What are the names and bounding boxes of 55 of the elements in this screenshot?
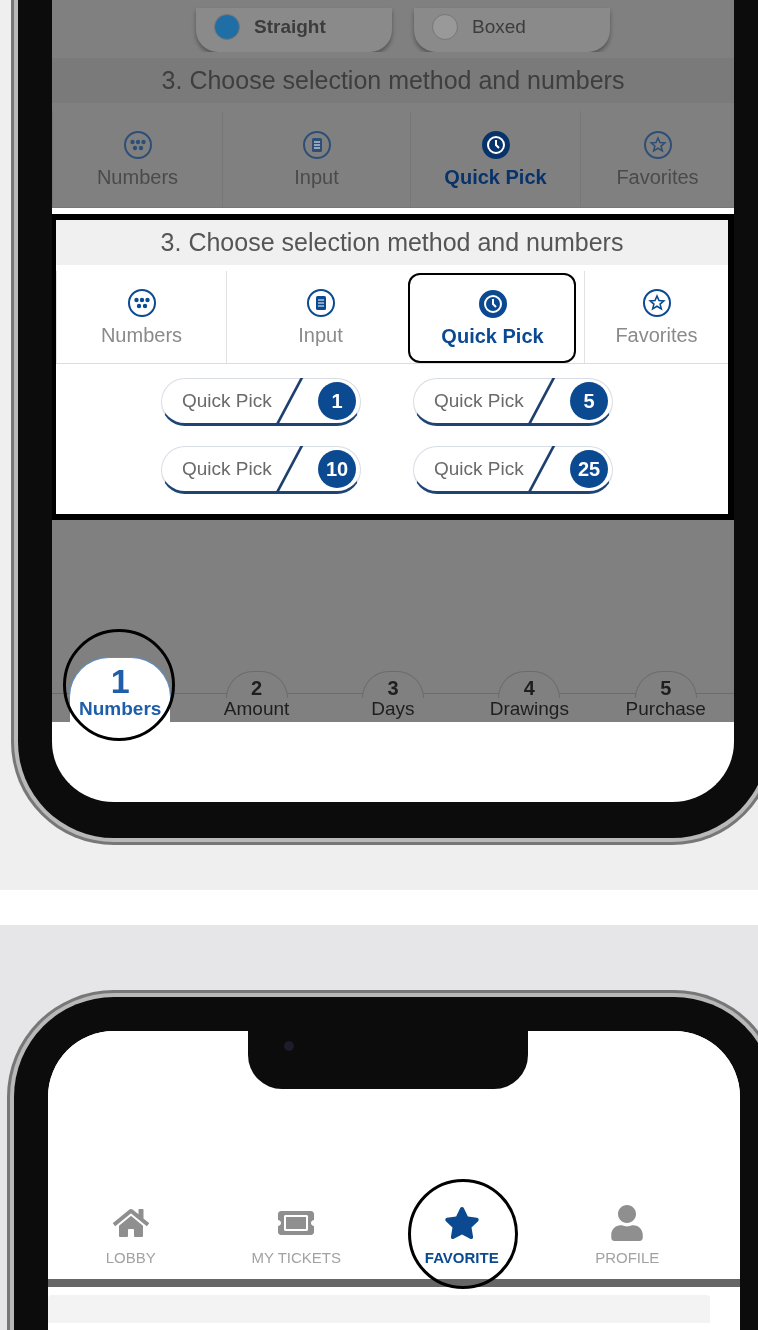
dots-circle-icon — [122, 129, 153, 160]
radio-option[interactable]: Straight — [196, 8, 392, 52]
radio-label: Straight — [254, 16, 326, 38]
quick-pick-label: Quick Pick — [182, 390, 272, 412]
quick-pick-count: 5 — [570, 382, 608, 420]
clipboard-circle-icon — [305, 287, 336, 318]
section-title: 3. Choose selection method and numbers — [52, 58, 734, 103]
step-label: Numbers — [70, 698, 171, 722]
clipboard-circle-icon — [301, 129, 332, 160]
method-tab[interactable]: Quick Pick — [410, 111, 580, 207]
radio-label: Boxed — [472, 16, 526, 38]
nav-tab[interactable]: MY TICKETS — [213, 1191, 379, 1279]
quick-pick-count: 25 — [570, 450, 608, 488]
clock-icon — [477, 288, 508, 319]
quick-pick-count: 1 — [318, 382, 356, 420]
nav-tab[interactable]: FAVORITE — [379, 1191, 545, 1279]
quick-pick-button[interactable]: Quick Pick 5 — [413, 378, 613, 426]
quick-pick-count: 10 — [318, 450, 356, 488]
step-number: 3 — [361, 671, 424, 698]
step-label: Drawings — [489, 698, 569, 721]
nav-tab[interactable]: PROFILE — [544, 1191, 710, 1279]
step-tab[interactable]: 1 Numbers — [65, 657, 176, 722]
method-tab[interactable]: Favorites — [584, 271, 728, 363]
quick-pick-button[interactable]: Quick Pick 1 — [161, 378, 361, 426]
quick-pick-label: Quick Pick — [182, 458, 272, 480]
star-circle-icon — [641, 287, 672, 318]
radio-option[interactable]: Boxed — [414, 8, 610, 52]
star-circle-icon — [642, 129, 673, 160]
step-number: 5 — [634, 671, 697, 698]
clock-icon — [480, 129, 511, 160]
quick-pick-label: Quick Pick — [434, 390, 524, 412]
step-number: 2 — [225, 671, 288, 698]
quick-pick-button[interactable]: Quick Pick 25 — [413, 446, 613, 494]
method-tab[interactable]: Quick Pick — [408, 273, 576, 363]
step-label: Purchase — [625, 698, 706, 721]
method-tab[interactable]: Numbers — [56, 271, 226, 363]
step-tab[interactable]: 3 Days — [337, 671, 448, 722]
step-label: Amount — [223, 698, 290, 721]
radio-dot[interactable] — [214, 14, 240, 40]
quick-pick-label: Quick Pick — [434, 458, 524, 480]
quick-pick-button[interactable]: Quick Pick 10 — [161, 446, 361, 494]
star-icon — [443, 1204, 480, 1241]
step-tab[interactable]: 4 Drawings — [474, 671, 585, 722]
nav-tab[interactable]: LOBBY — [48, 1191, 214, 1279]
radio-dot[interactable] — [432, 14, 458, 40]
step-number: 1 — [69, 657, 172, 698]
step-label: Days — [371, 698, 415, 721]
section-title: 3. Choose selection method and numbers — [56, 220, 728, 265]
method-tab[interactable]: Input — [226, 271, 414, 363]
step-tab[interactable]: 5 Purchase — [610, 671, 721, 722]
dots-circle-icon — [126, 287, 157, 318]
step-number: 4 — [498, 671, 561, 698]
step-tab[interactable]: 2 Amount — [201, 671, 312, 722]
camera-icon — [284, 1041, 294, 1051]
person-icon — [609, 1204, 646, 1241]
